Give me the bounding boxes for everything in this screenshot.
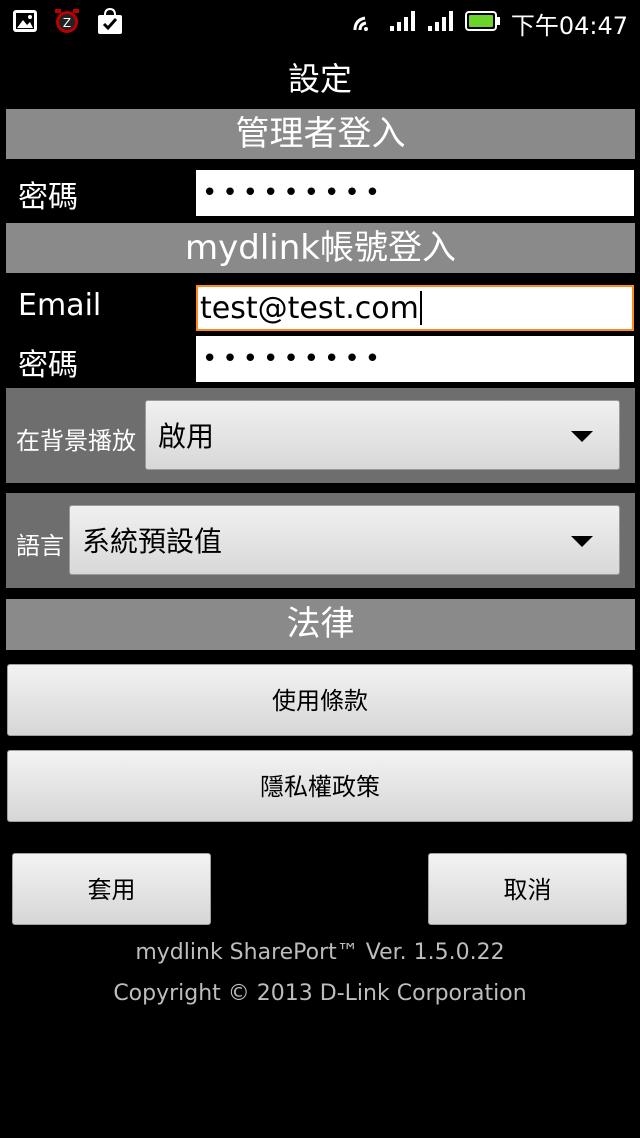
page-title: 設定 <box>287 60 352 98</box>
terms-of-use-button[interactable]: 使用條款 <box>7 664 633 736</box>
background-play-value: 啟用 <box>158 420 215 453</box>
email-field[interactable]: test@test.com <box>196 285 634 331</box>
status-time: 下午04:47 <box>510 11 628 40</box>
dropdown-arrow-icon <box>571 536 593 547</box>
admin-login-header: 管理者登入 <box>6 109 635 159</box>
admin-password-field[interactable]: ••••••••• <box>196 170 634 216</box>
privacy-policy-button[interactable]: 隱私權政策 <box>7 750 633 822</box>
language-panel: 語言 系統預設值 <box>6 493 635 588</box>
background-play-dropdown[interactable]: 啟用 <box>145 400 620 470</box>
store-bag-icon <box>96 7 124 39</box>
status-bar: Z 下午04:47 <box>0 0 640 46</box>
language-dropdown[interactable]: 系統預設值 <box>69 505 620 575</box>
svg-text:Z: Z <box>63 16 71 30</box>
mydlink-password-field[interactable]: ••••••••• <box>196 336 634 382</box>
legal-header: 法律 <box>6 599 635 650</box>
language-label: 語言 <box>16 532 64 560</box>
background-play-label: 在背景播放 <box>16 427 136 455</box>
gallery-icon <box>12 9 38 37</box>
signal-icon <box>427 10 455 36</box>
wifi-icon <box>353 10 379 36</box>
email-field-value: test@test.com <box>200 290 419 326</box>
text-caret <box>419 291 422 325</box>
signal-icon <box>389 10 417 36</box>
alarm-icon: Z <box>52 8 82 38</box>
dropdown-arrow-icon <box>571 431 593 442</box>
apply-button[interactable]: 套用 <box>12 853 211 925</box>
cancel-button[interactable]: 取消 <box>428 853 627 925</box>
mydlink-login-header: mydlink帳號登入 <box>6 223 635 273</box>
copyright-text: Copyright © 2013 D-Link Corporation <box>113 981 527 1006</box>
background-play-panel: 在背景播放 啟用 <box>6 388 635 483</box>
battery-icon <box>464 10 501 36</box>
admin-password-label: 密碼 <box>18 180 78 215</box>
email-label: Email <box>18 288 102 323</box>
language-value: 系統預設值 <box>82 525 223 558</box>
mydlink-password-label: 密碼 <box>18 348 78 383</box>
version-text: mydlink SharePort™ Ver. 1.5.0.22 <box>135 940 505 965</box>
